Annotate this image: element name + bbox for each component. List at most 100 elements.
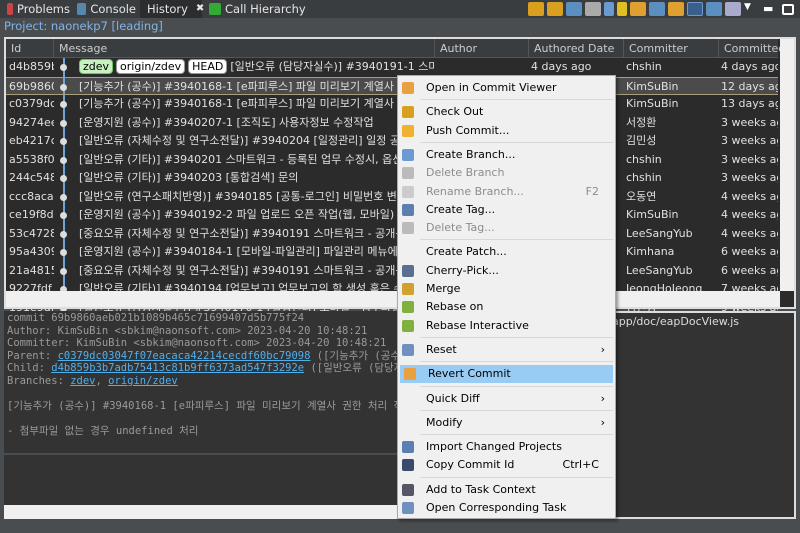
menu-item-quick-diff[interactable]: Quick Diff › [398, 390, 615, 408]
column-header-committer[interactable]: Committer [623, 39, 718, 58]
menu-item-merge[interactable]: Merge [398, 280, 615, 298]
menu-item-label: Quick Diff [426, 391, 480, 405]
menu-separator [420, 141, 613, 143]
filter-icon[interactable] [585, 2, 601, 16]
menu-item-label: Create Patch... [426, 245, 507, 259]
show-notes-icon[interactable] [687, 2, 703, 16]
menu-item-label: Open Corresponding Task [426, 501, 567, 514]
menu-item-add-to-task-context[interactable]: Add to Task Context [398, 481, 615, 499]
menu-item-import-changed-projects[interactable]: Import Changed Projects [398, 438, 615, 456]
table-row[interactable]: 244c548 [일반오류 (기타)] #3940203 [통합검색] 문의 chs… [6, 169, 778, 188]
table-row[interactable]: 21a4815 [중요오류 (자체수정 및 연구소전달)] #3940191 스마… [6, 261, 778, 280]
child-link[interactable]: d4b859b3b7adb75413c81b9ff6373ad547f3292e [51, 362, 304, 374]
table-row[interactable]: ccc8aca [일반오류 (연구소패치반영)] #3940185 [공통-로그인… [6, 187, 778, 206]
ref-badge: HEAD [188, 59, 228, 74]
table-row[interactable]: 95a4309 [운영지원 (공수)] #3940184-1 [모바일-파일관리]… [6, 243, 778, 262]
menu-item-label: Push Commit... [426, 123, 510, 137]
commit-viewer-icon [402, 82, 414, 94]
message-text: [일반오류 (자체수정 및 연구소전달)] #3940204 [일정관리] 일정… [79, 134, 421, 147]
table-row[interactable]: 69b9860 [기능추가 (공수)] #3940168-1 [e파피루스] 파일… [6, 76, 778, 95]
table-row[interactable]: ce19f8d [운영지원 (공수)] #3940192-2 파일 업로드 오픈 … [6, 206, 778, 225]
menu-item-copy-commit-id[interactable]: Copy Commit Id Ctrl+C [398, 456, 615, 474]
menu-item-rebase-interactive[interactable]: Rebase Interactive [398, 317, 615, 335]
file-item[interactable]: app/doc/eapDocView.js [612, 315, 794, 328]
menu-shortcut: F2 [585, 184, 599, 198]
commit-id: ccc8aca [9, 189, 54, 203]
table-row[interactable]: 94274ee [운영지원 (공수)] #3940207-1 [조직도] 사용자정… [6, 113, 778, 132]
commit-id: 21a4815 [9, 263, 54, 277]
menu-item-create-tag[interactable]: Create Tag... [398, 201, 615, 219]
show-additional-refs-icon[interactable] [668, 2, 684, 16]
menu-item-rebase-on[interactable]: Rebase on [398, 298, 615, 316]
table-row[interactable]: eb4217c [일반오류 (자체수정 및 연구소전달)] #3940204 [일… [6, 132, 778, 151]
tab-label: History [147, 2, 188, 16]
menu-item-check-out[interactable]: Check Out [398, 103, 615, 121]
menu-item-modify[interactable]: Modify › [398, 414, 615, 432]
sync-icon[interactable] [528, 2, 544, 16]
message-text: [중요오류 (자체수정 및 연구소전달)] #3940191 스마트워크 - 공… [79, 263, 416, 277]
column-header-author[interactable]: Author [434, 39, 528, 58]
tab-call-hierarchy[interactable]: Call Hierarchy [206, 0, 306, 18]
commit-node [60, 249, 67, 256]
horizontal-scrollbar[interactable] [6, 291, 780, 307]
menu-item-label: Modify [426, 415, 463, 429]
column-header-message[interactable]: Message [53, 39, 434, 58]
menu-item-revert-commit[interactable]: Revert Commit [400, 365, 613, 384]
menu-item-label: Import Changed Projects [426, 440, 562, 454]
menu-item-create-patch[interactable]: Create Patch... [398, 243, 615, 261]
table-row[interactable]: c0379dc [기능추가 (공수)] #3940168-1 [e파피루스] 파일… [6, 95, 778, 114]
menu-item-reset[interactable]: Reset › [398, 341, 615, 359]
commit-message: [기능추가 (공수)] #3940168-1 [e파피루스] 파일 미리보기 계… [7, 400, 413, 413]
menu-item-label: Rebase Interactive [426, 318, 529, 332]
table-row[interactable]: 53c4728 [중요오류 (자체수정 및 연구소전달)] #3940191 스마… [6, 224, 778, 243]
tab-problems[interactable]: Problems [4, 0, 70, 18]
menu-item-cherry-pick[interactable]: Cherry-Pick... [398, 262, 615, 280]
menu-separator [420, 239, 613, 241]
commit-message: [기능추가 (공수)] #3940168-1 [e파피루스] 파일 미리보기 계… [79, 95, 434, 113]
menu-item-rename-branch: Rename Branch... F2 [398, 183, 615, 201]
view-menu-icon[interactable]: ▼ [744, 2, 760, 16]
problems-icon [7, 3, 13, 15]
column-header-authored-date[interactable]: Authored Date [528, 39, 623, 58]
commit-message: [운영지원 (공수)] #3940192-2 파일 업로드 오픈 작업(웹, 모… [79, 206, 434, 224]
show-all-branches-icon[interactable] [630, 2, 646, 16]
commit-committed: 3 weeks ago [721, 134, 778, 147]
vertical-scrollbar[interactable] [780, 39, 794, 291]
column-header-committed[interactable]: Committed [718, 39, 785, 58]
message-text: [운영지원 (공수)] #3940192-2 파일 업로드 오픈 작업(웹, 모… [79, 208, 395, 221]
rebase-icon [402, 301, 414, 314]
commit-committer: chshin [626, 171, 662, 184]
menu-item-open-in-commit-viewer[interactable]: Open in Commit Viewer [398, 79, 615, 97]
table-row[interactable]: a5538f0 [일반오류 (기타)] #3940201 스마트워크 - 등록된 … [6, 150, 778, 169]
minimize-icon[interactable]: ▬ [763, 2, 779, 16]
column-header-id[interactable]: Id [6, 39, 53, 58]
commit-authored: 4 days ago [531, 60, 592, 73]
message-text: [일반오류 (기타)] #3940203 [통합검색] 문의 [79, 171, 299, 184]
layout-icon[interactable] [706, 2, 722, 16]
menu-item-push-commit[interactable]: Push Commit... [398, 122, 615, 140]
show-first-parent-icon[interactable] [649, 2, 665, 16]
table-row[interactable]: d4b859b zdev origin/zdev HEAD [일반오류 (담당자실수)]… [6, 58, 778, 77]
menu-item-create-branch[interactable]: Create Branch... [398, 146, 615, 164]
submenu-arrow-icon: › [600, 415, 605, 429]
branch-graph-icon[interactable] [725, 2, 741, 16]
repository-icon[interactable] [617, 2, 627, 16]
parent-link[interactable]: c0379dc03047f07eacaca42214cecdf60bc79098 [58, 350, 311, 362]
commit-line: commit 69b9860aeb021b1089b465c71699407d5… [7, 312, 305, 324]
close-icon[interactable]: ✖ [196, 0, 204, 18]
compare-mode-icon[interactable] [547, 2, 563, 16]
branch-link-zdev[interactable]: zdev [70, 375, 95, 387]
tab-history[interactable]: History ✖ [140, 0, 204, 18]
rebase-interactive-icon [402, 319, 414, 332]
branch-link-origin-zdev[interactable]: origin/zdev [108, 375, 178, 387]
link-editor-icon[interactable] [566, 2, 582, 16]
commit-node [60, 212, 67, 219]
tab-console[interactable]: Console [74, 0, 136, 18]
maximize-icon[interactable] [782, 3, 794, 15]
search-icon[interactable] [604, 2, 614, 16]
console-icon [77, 3, 87, 15]
menu-item-open-corresponding-task[interactable]: Open Corresponding Task [398, 499, 615, 517]
commit-node [60, 175, 67, 182]
menu-item-label: Create Tag... [426, 202, 496, 216]
commit-committer: Kimhana [626, 245, 675, 258]
